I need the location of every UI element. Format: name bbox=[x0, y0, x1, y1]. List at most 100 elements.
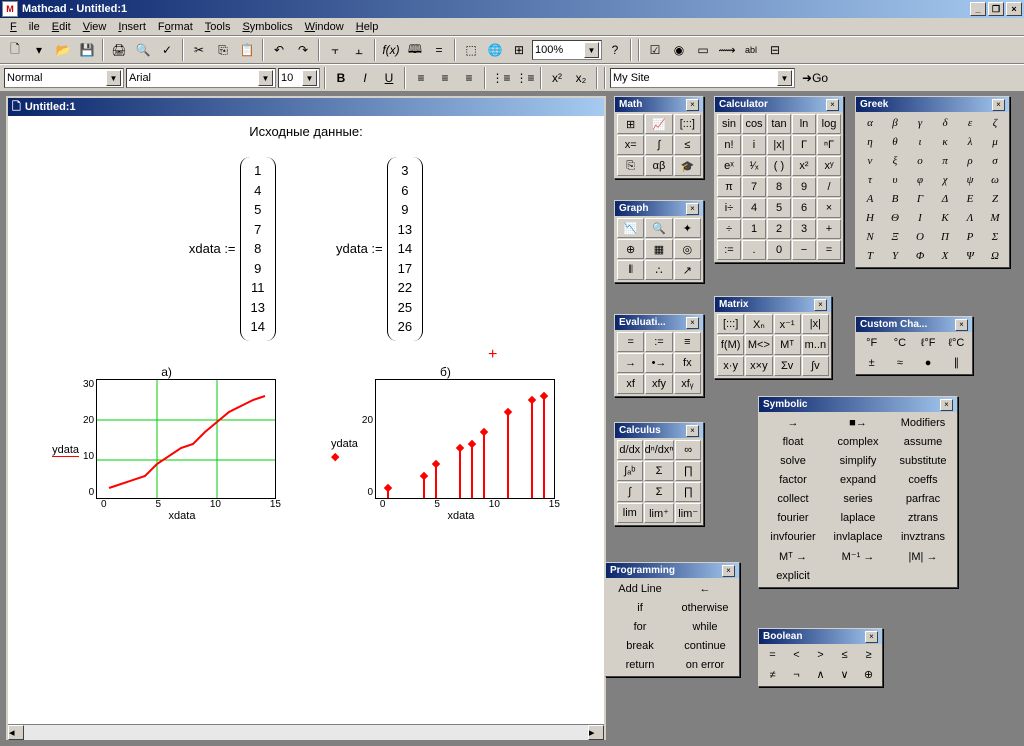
palette-button[interactable]: continue bbox=[673, 637, 737, 655]
palette-button[interactable]: π bbox=[933, 152, 957, 170]
close-icon[interactable]: × bbox=[865, 631, 878, 643]
palette-button[interactable]: invlaplace bbox=[826, 528, 890, 546]
palette-button[interactable]: Ζ bbox=[983, 190, 1007, 208]
palette-button[interactable]: cos bbox=[742, 114, 766, 134]
surface-icon[interactable]: ▦ bbox=[645, 239, 672, 259]
palette-button[interactable]: → bbox=[761, 414, 825, 432]
palette-symbolic[interactable]: Symbolic× →■→Modifiersfloatcomplexassume… bbox=[758, 396, 958, 588]
copy-button[interactable]: ⎘ bbox=[212, 39, 234, 61]
preview-button[interactable]: 🔍 bbox=[132, 39, 154, 61]
palette-button[interactable]: break bbox=[608, 637, 672, 655]
palette-button[interactable]: solve bbox=[761, 452, 825, 470]
fx-button[interactable]: f(x) bbox=[380, 39, 402, 61]
text-icon[interactable]: abl bbox=[740, 39, 762, 61]
worksheet[interactable]: Исходные данные: xdata := 145789111314 y… bbox=[8, 116, 604, 724]
palette-button[interactable]: Κ bbox=[933, 209, 957, 227]
palette-button[interactable]: Ι bbox=[908, 209, 932, 227]
align-center-button[interactable]: ≡ bbox=[434, 67, 456, 89]
palette-button[interactable]: ¬ bbox=[785, 665, 808, 684]
palette-button[interactable]: η bbox=[858, 133, 882, 151]
vector-icon[interactable]: ↗ bbox=[674, 260, 701, 280]
palette-button[interactable]: otherwise bbox=[673, 599, 737, 617]
list-icon[interactable]: ⊟ bbox=[764, 39, 786, 61]
palette-button[interactable]: sin bbox=[717, 114, 741, 134]
palette-button[interactable]: Ε bbox=[958, 190, 982, 208]
palette-button[interactable]: coeffs bbox=[891, 471, 955, 489]
palette-button[interactable]: ℓ°F bbox=[915, 334, 942, 352]
palette-button[interactable]: ∥ bbox=[943, 353, 970, 372]
align-right-button[interactable]: ≡ bbox=[458, 67, 480, 89]
prog-icon[interactable]: ⎘ bbox=[617, 156, 644, 176]
palette-button[interactable] bbox=[826, 567, 890, 585]
palette-button[interactable]: fourier bbox=[761, 509, 825, 527]
underline-button[interactable]: U bbox=[378, 67, 400, 89]
palette-button[interactable]: xʸ bbox=[817, 156, 841, 176]
component-button[interactable]: ⬚ bbox=[460, 39, 482, 61]
calc-button[interactable]: = bbox=[428, 39, 450, 61]
palette-button[interactable]: υ bbox=[883, 171, 907, 189]
calc-icon[interactable]: ∫ bbox=[645, 135, 672, 155]
palette-button[interactable]: 8 bbox=[767, 177, 791, 197]
palette-button[interactable]: Υ bbox=[883, 247, 907, 265]
palette-customchar[interactable]: Custom Cha...× °F°Cℓ°Fℓ°C±≈●∥ bbox=[855, 316, 973, 375]
help-button[interactable]: ? bbox=[604, 39, 626, 61]
palette-button[interactable]: 9 bbox=[792, 177, 816, 197]
palette-programming[interactable]: Programming× Add Line←ifotherwiseforwhil… bbox=[605, 562, 740, 677]
palette-button[interactable]: x×y bbox=[745, 356, 772, 376]
zoom-combo[interactable]: 100%▼ bbox=[532, 40, 602, 60]
palette-button[interactable]: Μ bbox=[983, 209, 1007, 227]
palette-boolean[interactable]: Boolean× =<>≤≥≠¬∧∨⊕ bbox=[758, 628, 883, 687]
close-button[interactable]: × bbox=[1006, 2, 1022, 16]
doc-hscroll[interactable]: ◂ ▸ bbox=[8, 724, 604, 740]
palette-button[interactable]: μ bbox=[983, 133, 1007, 151]
sup-button[interactable]: x² bbox=[546, 67, 568, 89]
palette-button[interactable]: Ω bbox=[983, 247, 1007, 265]
palette-greek[interactable]: Greek× αβγδεζηθικλμνξοπρστυφχψωΑΒΓΔΕΖΗΘΙ… bbox=[855, 96, 1010, 268]
palette-button[interactable]: eˣ bbox=[717, 156, 741, 176]
palette-button[interactable]: Σ bbox=[983, 228, 1007, 246]
palette-matrix[interactable]: Matrix× [:::]Xₙx⁻¹|x|f(M)M<>Mᵀm..nx·yx×y… bbox=[714, 296, 832, 379]
palette-button[interactable]: Xₙ bbox=[745, 314, 772, 334]
palette-button[interactable]: ← bbox=[673, 580, 737, 598]
palette-button[interactable]: ℓ°C bbox=[943, 334, 970, 352]
close-icon[interactable]: × bbox=[955, 319, 968, 331]
close-icon[interactable]: × bbox=[686, 99, 699, 111]
palette-button[interactable]: laplace bbox=[826, 509, 890, 527]
palette-button[interactable]: π bbox=[717, 177, 741, 197]
palette-button[interactable]: Τ bbox=[858, 247, 882, 265]
palette-button[interactable]: ∫v bbox=[802, 356, 829, 376]
palette-button[interactable]: Ο bbox=[908, 228, 932, 246]
menu-tools[interactable]: Tools bbox=[199, 19, 237, 35]
calculator-icon[interactable]: ⊞ bbox=[617, 114, 644, 134]
palette-button[interactable]: ● bbox=[915, 353, 942, 372]
align2-button[interactable]: ⫠ bbox=[348, 39, 370, 61]
palette-button[interactable]: x² bbox=[792, 156, 816, 176]
palette-button[interactable]: γ bbox=[908, 114, 932, 132]
palette-button[interactable]: β bbox=[883, 114, 907, 132]
palette-button[interactable]: series bbox=[826, 490, 890, 508]
palette-button[interactable]: collect bbox=[761, 490, 825, 508]
palette-button[interactable]: ≈ bbox=[886, 353, 913, 372]
palette-button[interactable]: ln bbox=[792, 114, 816, 134]
bool-icon[interactable]: ≤ bbox=[674, 135, 701, 155]
palette-button[interactable]: ⊕ bbox=[857, 665, 880, 684]
palette-button[interactable]: ∧ bbox=[809, 665, 832, 684]
palette-button[interactable]: Modifiers bbox=[891, 414, 955, 432]
palette-button[interactable]: invfourier bbox=[761, 528, 825, 546]
zoom-icon[interactable]: 🔍 bbox=[645, 218, 672, 238]
palette-button[interactable]: Χ bbox=[933, 247, 957, 265]
palette-button[interactable]: Θ bbox=[883, 209, 907, 227]
print-button[interactable]: 🖨 bbox=[108, 39, 130, 61]
palette-button[interactable]: explicit bbox=[761, 567, 825, 585]
palette-button[interactable]: M<> bbox=[745, 335, 772, 355]
style-combo[interactable]: Normal▼ bbox=[4, 68, 124, 88]
palette-button[interactable]: Ν bbox=[858, 228, 882, 246]
palette-button[interactable]: ρ bbox=[958, 152, 982, 170]
palette-button[interactable] bbox=[891, 567, 955, 585]
arrow-icon[interactable]: ▾ bbox=[28, 39, 50, 61]
new-button[interactable]: 🗋 bbox=[4, 39, 26, 61]
palette-button[interactable]: α bbox=[858, 114, 882, 132]
bullets-button[interactable]: ⋮≡ bbox=[490, 67, 512, 89]
scatter3d-icon[interactable]: ∴ bbox=[645, 260, 672, 280]
palette-button[interactable]: ε bbox=[958, 114, 982, 132]
